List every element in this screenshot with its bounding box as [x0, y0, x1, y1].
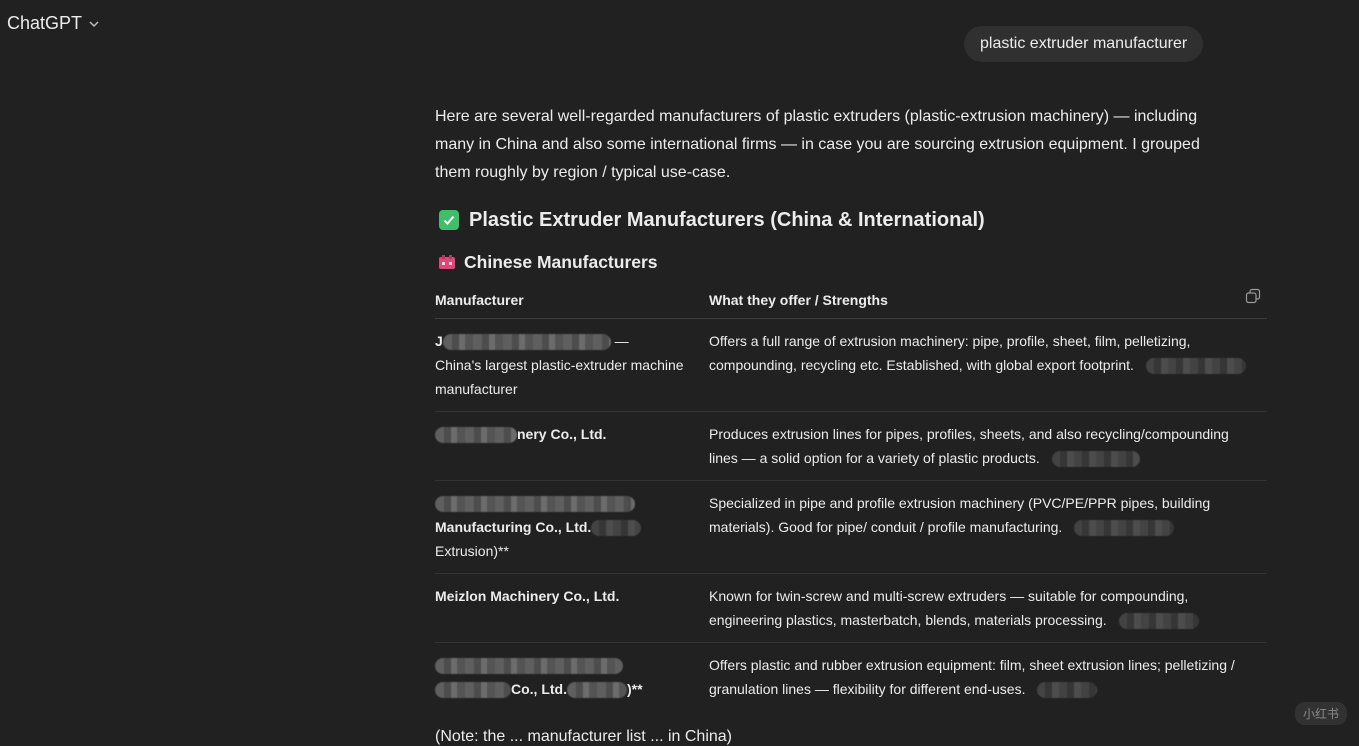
manufacturer-name: Manufacturing Co., Ltd. — [435, 519, 591, 535]
factory-icon — [438, 254, 456, 270]
manufacturer-table: Manufacturer What they offer / Strengths… — [435, 282, 1267, 713]
offer-cell: Known for twin-screw and multi-screw ext… — [709, 574, 1267, 643]
app-title: ChatGPT — [7, 13, 82, 34]
table-row: Meizlon Machinery Co., Ltd. Known for tw… — [435, 574, 1267, 643]
manufacturer-cell: Meizlon Machinery Co., Ltd. — [435, 574, 709, 643]
chevron-down-icon — [88, 18, 100, 30]
table-row: nery Co., Ltd. Produces extrusion lines … — [435, 412, 1267, 481]
offer-cell: Specialized in pipe and profile extrusio… — [709, 481, 1267, 574]
redacted-name — [435, 427, 517, 443]
source-link-redacted[interactable] — [1119, 613, 1199, 629]
offer-cell: Offers plastic and rubber extrusion equi… — [709, 643, 1267, 713]
manufacturer-name: Meizlon Machinery Co., Ltd. — [435, 588, 619, 604]
offer-cell: Produces extrusion lines for pipes, prof… — [709, 412, 1267, 481]
table-header-row: Manufacturer What they offer / Strengths — [435, 282, 1267, 319]
user-message-bubble: plastic extruder manufacturer — [964, 26, 1203, 62]
redacted-name — [435, 682, 511, 698]
watermark: 小红书 — [1295, 702, 1347, 725]
section-heading: Plastic Extruder Manufacturers (China & … — [435, 205, 1267, 235]
user-message-text: plastic extruder manufacturer — [980, 35, 1187, 52]
offer-text: Known for twin-screw and multi-screw ext… — [709, 588, 1188, 628]
column-header-manufacturer: Manufacturer — [435, 282, 709, 319]
redacted-name — [443, 334, 611, 350]
offer-text: Offers plastic and rubber extrusion equi… — [709, 657, 1235, 697]
manufacturer-name-end: Extrusion)** — [435, 543, 509, 559]
source-link-redacted[interactable] — [1074, 520, 1174, 536]
manufacturer-name-end: )** — [627, 681, 643, 697]
section-heading-text: Plastic Extruder Manufacturers (China & … — [469, 209, 985, 232]
manufacturer-cell: J — China's largest plastic-extruder mac… — [435, 319, 709, 412]
source-link-redacted[interactable] — [1146, 358, 1246, 374]
table-row: J — China's largest plastic-extruder mac… — [435, 319, 1267, 412]
redacted-name — [435, 496, 635, 512]
manufacturer-table-container: Manufacturer What they offer / Strengths… — [435, 282, 1267, 713]
manufacturer-description: China's largest plastic-extruder machine… — [435, 357, 684, 397]
reply-intro: Here are several well-regarded manufactu… — [435, 103, 1215, 187]
column-header-offer: What they offer / Strengths — [709, 282, 1267, 319]
manufacturer-cell: Manufacturing Co., Ltd. Extrusion)** — [435, 481, 709, 574]
redacted-name — [591, 520, 641, 536]
copy-icon[interactable] — [1245, 288, 1261, 304]
offer-text: Offers a full range of extrusion machine… — [709, 333, 1190, 373]
manufacturer-name-suffix: — — [611, 333, 629, 349]
manufacturer-cell: Co., Ltd. )** — [435, 643, 709, 713]
manufacturer-name-prefix: J — [435, 333, 443, 349]
manufacturer-cell: nery Co., Ltd. — [435, 412, 709, 481]
table-row: Co., Ltd. )** Offers plastic and rubber e… — [435, 643, 1267, 713]
redacted-name — [435, 658, 623, 674]
source-link-redacted[interactable] — [1037, 682, 1097, 698]
redacted-name — [567, 682, 627, 698]
subsection-heading: Chinese Manufacturers — [435, 248, 1267, 276]
table-row: Manufacturing Co., Ltd. Extrusion)** Spe… — [435, 481, 1267, 574]
check-box-icon — [439, 210, 459, 230]
offer-cell: Offers a full range of extrusion machine… — [709, 319, 1267, 412]
reply-footnote: (Note: the ... manufacturer list ... in … — [435, 728, 732, 746]
manufacturer-name: nery Co., Ltd. — [517, 426, 606, 442]
source-link-redacted[interactable] — [1052, 451, 1140, 467]
subsection-heading-text: Chinese Manufacturers — [464, 252, 658, 273]
offer-text: Produces extrusion lines for pipes, prof… — [709, 426, 1229, 466]
manufacturer-name: Co., Ltd. — [511, 681, 567, 697]
model-selector[interactable]: ChatGPT — [7, 13, 100, 34]
assistant-reply: Here are several well-regarded manufactu… — [435, 103, 1267, 713]
